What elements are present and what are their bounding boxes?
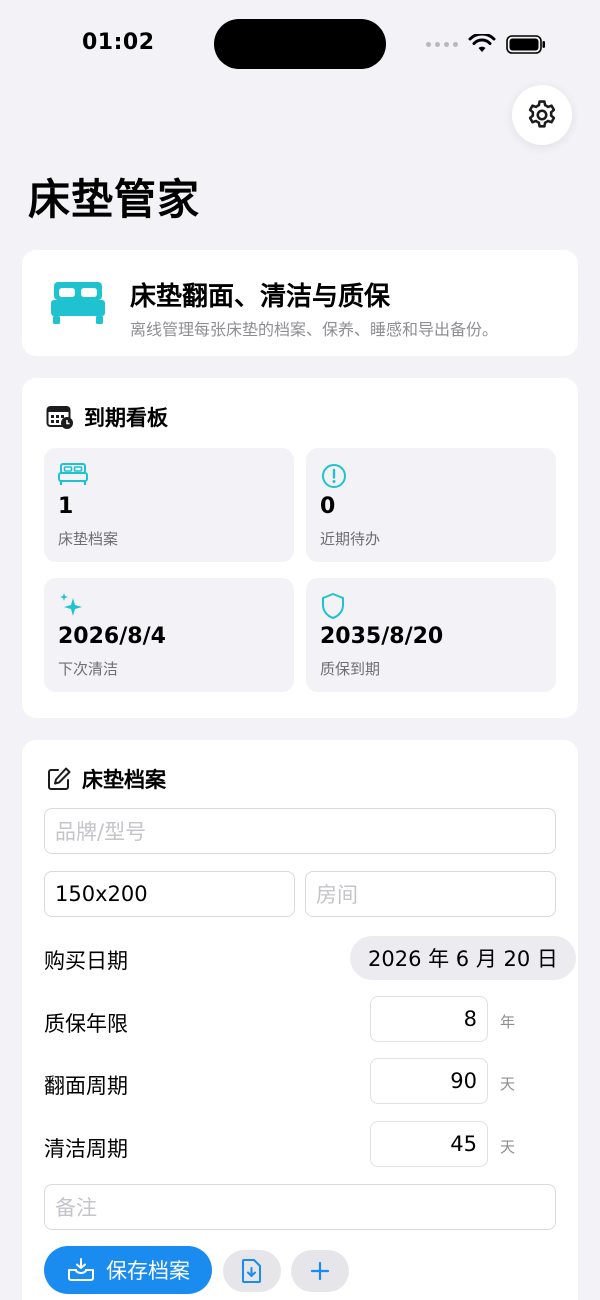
tile-mattress-count[interactable]: 1 床垫档案	[44, 448, 294, 562]
bed-icon	[58, 463, 88, 485]
notes-input[interactable]: 备注	[44, 1184, 556, 1230]
bed-icon	[51, 282, 105, 324]
status-icons	[426, 34, 546, 54]
save-profile-label: 保存档案	[106, 1259, 190, 1283]
page-title: 床垫管家	[28, 175, 201, 224]
wifi-icon	[468, 34, 496, 52]
clean-cycle-input[interactable]: 45	[370, 1121, 488, 1167]
flip-cycle-unit: 天	[500, 1075, 516, 1093]
gear-icon	[528, 100, 556, 128]
document-download-icon	[242, 1259, 261, 1283]
mattress-profile-card: 床垫档案 品牌/型号 150x200 房间 购买日期 2026 年 6 月 20…	[22, 740, 578, 1300]
sparkle-icon	[60, 593, 82, 616]
form-title: 床垫档案	[82, 768, 166, 792]
clean-cycle-label: 清洁周期	[44, 1137, 128, 1161]
intro-subtitle: 离线管理每张床垫的档案、保养、睡感和导出备份。	[130, 320, 499, 339]
purchase-date-label: 购买日期	[44, 949, 128, 973]
notes-placeholder: 备注	[55, 1196, 97, 1220]
warranty-years-input[interactable]: 8	[370, 996, 488, 1042]
tray-download-icon	[68, 1258, 94, 1281]
brand-model-placeholder: 品牌/型号	[55, 820, 147, 844]
settings-button[interactable]	[512, 85, 572, 145]
tile-value: 0	[320, 494, 336, 519]
clean-cycle-unit: 天	[500, 1138, 516, 1156]
intro-title: 床垫翻面、清洁与质保	[130, 282, 391, 312]
tile-value: 1	[58, 494, 74, 519]
dynamic-island	[214, 19, 386, 69]
battery-icon	[506, 34, 545, 54]
size-input[interactable]: 150x200	[44, 871, 295, 917]
warranty-years-label: 质保年限	[44, 1012, 128, 1036]
tile-value: 2035/8/20	[320, 624, 444, 649]
intro-card: 床垫翻面、清洁与质保 离线管理每张床垫的档案、保养、睡感和导出备份。	[22, 250, 578, 356]
tile-next-cleaning[interactable]: 2026/8/4 下次清洁	[44, 578, 294, 692]
tile-label: 近期待办	[320, 530, 381, 548]
add-button[interactable]	[291, 1250, 349, 1292]
edit-icon	[48, 767, 71, 790]
room-placeholder: 房间	[316, 883, 358, 907]
alert-circle-icon	[322, 464, 346, 488]
form-header: 床垫档案	[46, 764, 166, 794]
plus-icon	[310, 1261, 330, 1281]
tile-value: 2026/8/4	[58, 624, 166, 649]
tile-warranty-expiry[interactable]: 2035/8/20 质保到期	[306, 578, 556, 692]
size-value: 150x200	[55, 882, 148, 906]
tile-label: 下次清洁	[58, 660, 119, 678]
calendar-clock-icon	[46, 406, 73, 429]
warranty-unit: 年	[500, 1013, 516, 1031]
brand-model-input[interactable]: 品牌/型号	[44, 808, 556, 854]
flip-cycle-input[interactable]: 90	[370, 1058, 488, 1104]
save-profile-button[interactable]: 保存档案	[44, 1246, 212, 1294]
dashboard-title: 到期看板	[84, 406, 168, 430]
due-dashboard-card: 到期看板 1 床垫档案 0 近期待办 2026/8/4 下次清洁 2035/8/…	[22, 378, 578, 718]
tile-label: 质保到期	[320, 660, 381, 678]
tile-upcoming-tasks[interactable]: 0 近期待办	[306, 448, 556, 562]
room-input[interactable]: 房间	[305, 871, 556, 917]
purchase-date-picker[interactable]: 2026 年 6 月 20 日	[350, 936, 576, 980]
signal-icon	[426, 41, 458, 47]
tile-label: 床垫档案	[58, 530, 119, 548]
shield-icon	[322, 593, 344, 619]
screen: 01:02 床垫管家 床垫翻面、清洁与质保 离线管理每张床垫的档案、保养、睡感和…	[0, 0, 600, 1300]
flip-cycle-label: 翻面周期	[44, 1074, 128, 1098]
dashboard-header: 到期看板	[46, 402, 168, 432]
status-time: 01:02	[82, 30, 155, 55]
import-button[interactable]	[223, 1250, 281, 1292]
